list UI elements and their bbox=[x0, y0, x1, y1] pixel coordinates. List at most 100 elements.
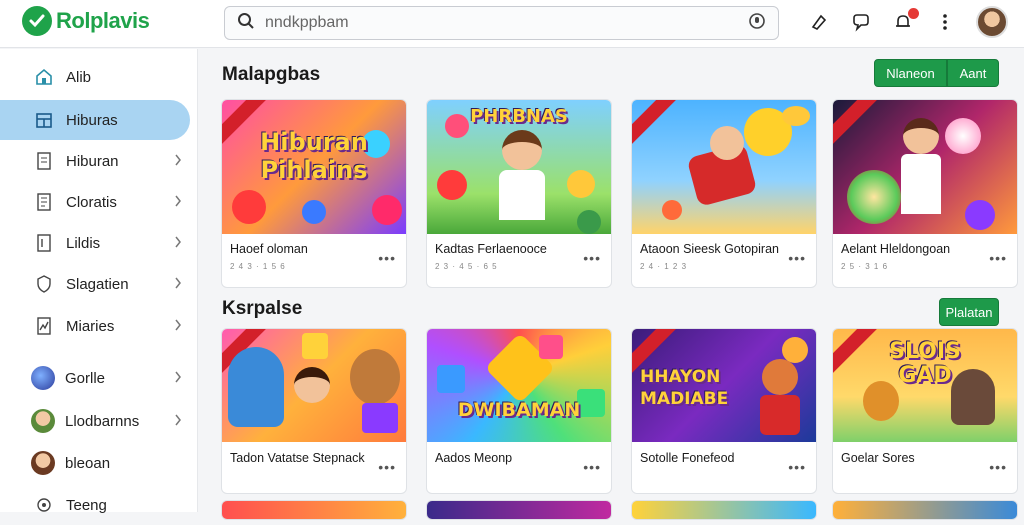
sidebar-item-label: Gorlle bbox=[65, 369, 106, 387]
game-thumbnail[interactable]: DWIBAMAN bbox=[427, 329, 611, 442]
more-horizontal-icon[interactable]: ••• bbox=[583, 459, 601, 475]
game-title-art: HHAYON bbox=[640, 367, 721, 387]
chevron-right-icon bbox=[174, 370, 182, 387]
check-logo-icon bbox=[22, 6, 52, 36]
chevron-right-icon bbox=[174, 318, 182, 335]
game-name: Kadtas Ferlaenooce bbox=[435, 242, 547, 256]
sidebar-item-cloratis[interactable]: Cloratis bbox=[0, 182, 190, 222]
more-horizontal-icon[interactable]: ••• bbox=[989, 250, 1007, 266]
game-name: Ataoon Sieesk Gotopiran bbox=[640, 242, 779, 256]
search-bar[interactable] bbox=[224, 6, 779, 40]
more-horizontal-icon[interactable]: ••• bbox=[788, 459, 806, 475]
sidebar-item-teeng[interactable]: Teeng bbox=[0, 485, 190, 525]
store-icon bbox=[34, 110, 54, 130]
game-card[interactable]: SLOIS GAD Goelar Sores ••• bbox=[832, 328, 1018, 494]
sidebar-item-slagatien[interactable]: Slagatien bbox=[0, 264, 190, 304]
game-title-art: PHRBNAS bbox=[470, 106, 568, 127]
sidebar: Alib Hiburas Hiburan Cloratis Lildis Sla… bbox=[0, 49, 198, 514]
sidebar-item-label: Miaries bbox=[66, 317, 115, 335]
sidebar-item-label: Lildis bbox=[66, 234, 101, 252]
sidebar-item-bleoan[interactable]: bleoan bbox=[0, 443, 190, 483]
game-card[interactable]: Ataoon Sieesk Gotopiran 2 4 · 1 2 3 ••• bbox=[631, 99, 817, 288]
sidebar-item-label: Hiburan bbox=[66, 152, 119, 170]
game-meta: 2 4 · 1 2 3 bbox=[640, 262, 688, 271]
sidebar-item-llodbarnns[interactable]: Llodbarnns bbox=[0, 401, 190, 441]
game-card[interactable]: Aelant Hleldongoan 2 5 · 3 1 6 ••• bbox=[832, 99, 1018, 288]
game-card[interactable] bbox=[221, 500, 407, 520]
more-horizontal-icon[interactable]: ••• bbox=[583, 250, 601, 266]
game-meta: 2 5 · 3 1 6 bbox=[841, 262, 889, 271]
chevron-right-icon bbox=[174, 413, 182, 430]
app-logo[interactable]: Rolplavis bbox=[22, 6, 150, 36]
game-thumbnail[interactable]: PHRBNAS bbox=[427, 100, 611, 234]
game-name: Aelant Hleldongoan bbox=[841, 242, 951, 256]
game-card[interactable]: DWIBAMAN Aados Meonp ••• bbox=[426, 328, 612, 494]
game-thumbnail[interactable] bbox=[632, 100, 816, 234]
game-title-art: Pihlains bbox=[260, 156, 368, 184]
sidebar-item-lildis[interactable]: Lildis bbox=[0, 223, 190, 263]
sidebar-item-home[interactable]: Alib bbox=[0, 57, 190, 97]
sidebar-item-label: Llodbarnns bbox=[65, 412, 140, 430]
game-thumbnail[interactable] bbox=[833, 100, 1017, 234]
chevron-right-icon bbox=[174, 194, 182, 211]
user-avatar bbox=[31, 409, 55, 433]
game-card[interactable]: Hiburan Pihlains Haoef oloman 2 4 3 · 1 … bbox=[221, 99, 407, 288]
game-thumbnail[interactable] bbox=[222, 329, 406, 442]
more-horizontal-icon[interactable]: ••• bbox=[378, 250, 396, 266]
filter-button-all[interactable]: Aant bbox=[947, 59, 999, 87]
notification-badge bbox=[908, 8, 919, 19]
sidebar-item-gorlle[interactable]: Gorlle bbox=[0, 358, 190, 398]
sidebar-item-label: Cloratis bbox=[66, 193, 117, 211]
sidebar-item-active[interactable]: Hiburas bbox=[0, 100, 190, 140]
chart-icon bbox=[34, 316, 54, 336]
game-title-art: MADIABE bbox=[640, 389, 729, 409]
game-thumbnail[interactable]: HHAYON MADIABE bbox=[632, 329, 816, 442]
game-title-art: DWIBAMAN bbox=[457, 399, 581, 421]
share-icon[interactable] bbox=[808, 11, 830, 33]
sidebar-item-label: Alib bbox=[66, 68, 92, 86]
game-thumbnail[interactable]: Hiburan Pihlains bbox=[222, 100, 406, 234]
game-card[interactable]: PHRBNAS Kadtas Ferlaenooce 2 3 · 4 5 · 6… bbox=[426, 99, 612, 288]
game-card[interactable] bbox=[832, 500, 1018, 520]
top-bar: Rolplavis bbox=[0, 0, 1024, 48]
game-title-art: SLOIS bbox=[889, 339, 961, 364]
document-icon bbox=[34, 192, 54, 212]
filter-button[interactable]: Nlaneon bbox=[874, 59, 947, 87]
game-name: Haoef oloman bbox=[230, 242, 308, 256]
game-card[interactable]: HHAYON MADIABE Sotolle Fonefeod ••• bbox=[631, 328, 817, 494]
game-meta: 2 4 3 · 1 5 6 bbox=[230, 262, 286, 271]
more-vertical-icon[interactable] bbox=[934, 11, 956, 33]
more-horizontal-icon[interactable]: ••• bbox=[989, 459, 1007, 475]
notification-bell-icon[interactable] bbox=[892, 8, 919, 33]
game-card[interactable]: Tadon Vatatse Stepnack ••• bbox=[221, 328, 407, 494]
user-avatar bbox=[31, 451, 55, 475]
game-meta: 2 3 · 4 5 · 6 5 bbox=[435, 262, 498, 271]
chevron-right-icon bbox=[174, 235, 182, 252]
game-card[interactable] bbox=[426, 500, 612, 520]
mic-icon[interactable] bbox=[748, 12, 766, 35]
chat-icon[interactable] bbox=[850, 11, 872, 33]
view-all-button[interactable]: Plalatan bbox=[939, 298, 999, 326]
sidebar-item-label: Teeng bbox=[66, 496, 107, 514]
book-icon bbox=[34, 233, 54, 253]
section-title: Malapgbas bbox=[222, 64, 321, 85]
sidebar-item-hiburan[interactable]: Hiburan bbox=[0, 141, 190, 181]
more-horizontal-icon[interactable]: ••• bbox=[378, 459, 396, 475]
chevron-right-icon bbox=[174, 153, 182, 170]
settings-icon bbox=[34, 495, 54, 515]
new-ribbon bbox=[632, 100, 677, 149]
search-icon bbox=[237, 12, 255, 35]
sidebar-item-miaries[interactable]: Miaries bbox=[0, 306, 190, 346]
shield-icon bbox=[34, 274, 54, 294]
sidebar-item-label: Hiburas bbox=[66, 111, 118, 129]
more-horizontal-icon[interactable]: ••• bbox=[788, 250, 806, 266]
chevron-right-icon bbox=[174, 276, 182, 293]
user-avatar[interactable] bbox=[976, 6, 1008, 38]
game-name: Aados Meonp bbox=[435, 451, 513, 465]
game-name: Sotolle Fonefeod bbox=[640, 451, 735, 465]
game-thumbnail[interactable]: SLOIS GAD bbox=[833, 329, 1017, 442]
game-name: Tadon Vatatse Stepnack bbox=[230, 451, 365, 465]
sidebar-item-label: bleoan bbox=[65, 454, 111, 472]
game-card[interactable] bbox=[631, 500, 817, 520]
search-input[interactable] bbox=[265, 14, 748, 32]
